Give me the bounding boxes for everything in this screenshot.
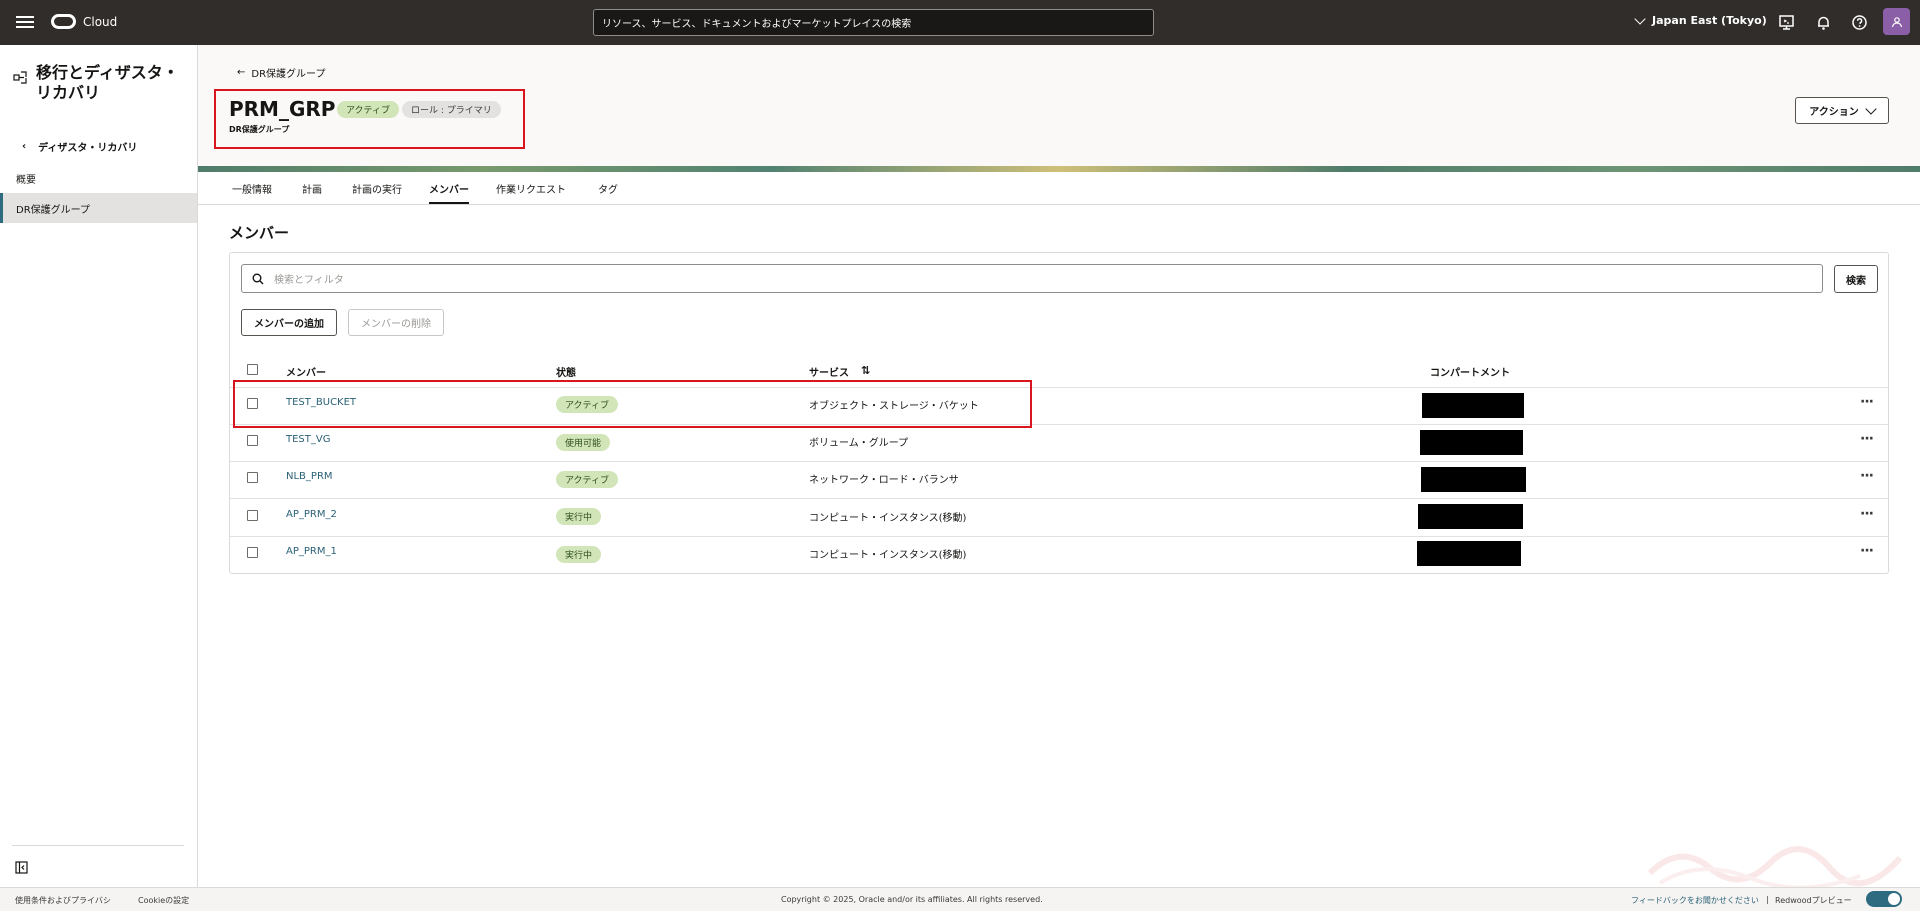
tab-plans[interactable]: 計画 [302, 181, 322, 202]
footer: 使用条件およびプライバシ Cookieの設定 Copyright © 2025,… [0, 887, 1920, 911]
state-badge: 実行中 [556, 508, 602, 525]
row-actions-menu-icon[interactable]: ··· [1860, 506, 1874, 522]
member-link[interactable]: AP_PRM_1 [286, 546, 337, 557]
search-icon [252, 273, 264, 284]
back-to-dr-groups-link[interactable]: ← DR保護グループ [237, 65, 325, 80]
user-avatar[interactable] [1883, 8, 1910, 35]
service-cell: ネットワーク・ロード・バランサ [809, 475, 959, 486]
state-badge: 実行中 [556, 546, 602, 563]
redacted-compartment [1422, 393, 1524, 418]
member-link[interactable]: AP_PRM_2 [286, 509, 337, 520]
sidebar-back-link[interactable]: ‹ ディザスタ・リカバリ [22, 139, 137, 154]
column-header-service[interactable]: サービス [809, 364, 849, 379]
state-badge: アクティブ [556, 471, 619, 488]
actions-button[interactable]: アクション [1795, 97, 1889, 124]
row-actions-menu-icon[interactable]: ··· [1860, 431, 1874, 447]
row-checkbox[interactable] [247, 510, 258, 521]
tab-bar: 一般情報 計画 計画の実行 メンバー 作業リクエスト タグ [198, 172, 1920, 205]
search-placeholder: リソース、サービス、ドキュメントおよびマーケットプレイスの検索 [602, 19, 912, 30]
row-divider [230, 536, 1888, 537]
service-cell: ボリューム・グループ [809, 438, 909, 449]
sidebar-title: 移行とディザスタ・リカバリ [36, 63, 179, 102]
redwood-preview-label: Redwoodプレビュー [1775, 896, 1852, 905]
row-divider [230, 461, 1888, 462]
tab-tags[interactable]: タグ [598, 181, 618, 202]
toggle-knob [1888, 893, 1900, 905]
oracle-cloud-logo[interactable]: Cloud [51, 14, 117, 29]
brand-label: Cloud [83, 14, 118, 29]
row-checkbox[interactable] [247, 472, 258, 483]
tab-general-info[interactable]: 一般情報 [232, 181, 272, 202]
chevron-down-icon [1634, 12, 1646, 25]
copyright-text: Copyright © 2025, Oracle and/or its affi… [781, 895, 1043, 904]
filter-placeholder: 検索とフィルタ [274, 275, 344, 286]
row-actions-menu-icon[interactable]: ··· [1860, 468, 1874, 484]
sidebar: 移行とディザスタ・リカバリ ‹ ディザスタ・リカバリ 概要 DR保護グループ [0, 45, 198, 887]
region-label: Japan East (Tokyo) [1652, 14, 1767, 27]
search-button[interactable]: 検索 [1834, 265, 1878, 293]
row-checkbox[interactable] [247, 435, 258, 446]
tab-plan-executions[interactable]: 計画の実行 [352, 181, 402, 202]
row-actions-menu-icon[interactable]: ··· [1860, 543, 1874, 559]
migration-icon [13, 71, 27, 84]
tab-work-requests[interactable]: 作業リクエスト [496, 181, 566, 202]
sidebar-back-label: ディザスタ・リカバリ [38, 143, 138, 154]
service-cell: コンピュート・インスタンス(移動) [809, 550, 967, 561]
chevron-left-icon: ‹ [22, 141, 27, 152]
oracle-logo-icon [51, 14, 76, 29]
service-cell: コンピュート・インスタンス(移動) [809, 513, 967, 524]
sidebar-item-dr-protection-groups[interactable]: DR保護グループ [0, 193, 197, 223]
tab-members[interactable]: メンバー [429, 181, 469, 204]
global-search-input[interactable]: リソース、サービス、ドキュメントおよびマーケットプレイスの検索 [593, 9, 1154, 36]
redacted-compartment [1421, 467, 1526, 492]
state-badge: 使用可能 [556, 434, 611, 451]
redacted-compartment [1417, 541, 1521, 566]
row-divider [230, 498, 1888, 499]
terms-privacy-link[interactable]: 使用条件およびプライバシ [15, 895, 111, 906]
redacted-compartment [1420, 430, 1523, 455]
watermark-logo [1647, 846, 1903, 888]
collapse-sidebar-icon[interactable] [15, 861, 28, 874]
redwood-preview-toggle[interactable] [1866, 891, 1902, 907]
member-link[interactable]: TEST_VG [286, 434, 330, 445]
column-header-state[interactable]: 状態 [556, 364, 576, 379]
help-icon[interactable] [1851, 14, 1868, 31]
add-member-button[interactable]: メンバーの追加 [241, 309, 337, 336]
highlight-box-header [214, 89, 525, 149]
column-header-member[interactable]: メンバー [286, 364, 326, 379]
user-icon [1891, 16, 1902, 27]
bell-icon[interactable] [1815, 14, 1832, 31]
search-filter-input[interactable]: 検索とフィルタ [241, 264, 1823, 293]
sidebar-divider [12, 845, 184, 846]
menu-icon[interactable] [16, 13, 34, 31]
row-checkbox[interactable] [247, 547, 258, 558]
arrow-left-icon: ← [237, 67, 246, 78]
sidebar-item-overview[interactable]: 概要 [0, 163, 197, 193]
footer-separator: | [1766, 895, 1769, 904]
members-section-title: メンバー [229, 224, 290, 242]
sort-icon[interactable]: ⇅ [861, 364, 870, 377]
back-link-label: DR保護グループ [251, 69, 326, 80]
highlight-box-row [233, 380, 1032, 428]
region-selector[interactable]: Japan East (Tokyo) [1634, 12, 1767, 27]
member-link[interactable]: NLB_PRM [286, 471, 333, 482]
delete-member-button[interactable]: メンバーの削除 [348, 309, 444, 336]
feedback-link[interactable]: フィードバックをお聞かせください [1631, 895, 1759, 906]
select-all-checkbox[interactable] [247, 364, 258, 375]
row-actions-menu-icon[interactable]: ··· [1860, 394, 1874, 410]
redacted-compartment [1418, 504, 1523, 529]
cookie-settings-link[interactable]: Cookieの設定 [138, 895, 189, 906]
actions-label: アクション [1809, 107, 1859, 118]
chevron-down-icon [1865, 102, 1877, 115]
column-header-compartment[interactable]: コンパートメント [1430, 364, 1510, 379]
cloud-shell-icon[interactable] [1778, 14, 1795, 31]
top-bar: Cloud リソース、サービス、ドキュメントおよびマーケットプレイスの検索 Ja… [0, 0, 1920, 45]
